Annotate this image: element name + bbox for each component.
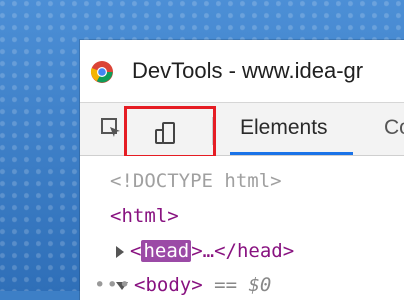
tab-elements[interactable]: Elements [240,116,328,140]
title-bar: DevTools - www.idea-gr [80,40,404,103]
html-open-line[interactable]: <html> [110,205,179,227]
head-rest: >…</head> [191,240,295,262]
head-open-bracket: < [130,240,142,262]
equals-sign: == [214,274,238,296]
more-dots[interactable]: ••• [94,274,131,296]
device-toolbar-button[interactable] [124,106,216,158]
expand-arrow-icon[interactable] [116,245,124,258]
window-title: DevTools - www.idea-gr [132,58,364,83]
body-tag: body [145,274,192,296]
inspect-element-icon[interactable] [100,117,122,139]
tab-console[interactable]: Co [384,116,404,140]
elements-panel: <!DOCTYPE html> <html> < head >…</head> ••… [80,156,404,300]
devtools-toolbar: Elements Co [80,103,404,158]
body-line[interactable]: ••• <body> == $0 [94,274,272,296]
devtools-window: DevTools - www.idea-gr Elements Co <!DOC… [80,40,404,300]
head-line[interactable]: < head >…</head> [116,240,294,262]
body-close-bracket: > [191,274,203,296]
body-open-bracket: < [134,274,146,296]
active-tab-indicator [230,152,353,155]
chrome-icon [90,61,113,83]
device-toolbar-icon [155,122,175,144]
doctype-line[interactable]: <!DOCTYPE html> [110,170,282,192]
head-tag-highlight: head [141,240,192,262]
toolbar-separator [212,117,213,145]
selected-ref: $0 [248,274,272,296]
